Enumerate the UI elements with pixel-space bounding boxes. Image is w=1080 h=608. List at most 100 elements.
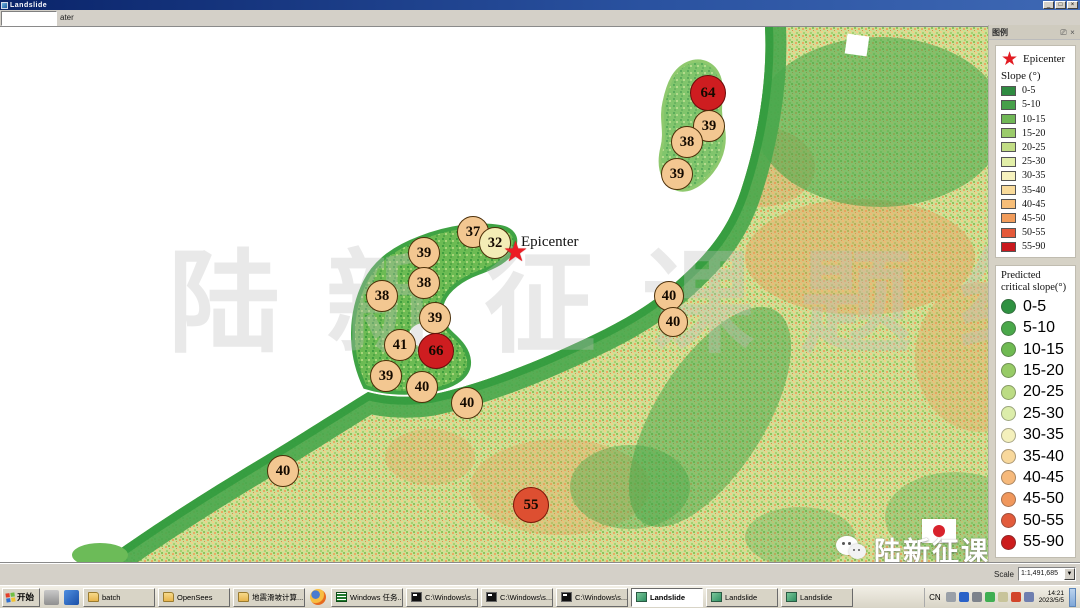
map-marker-40[interactable]: 40 — [406, 371, 438, 403]
predicted-class-label: 40-45 — [1023, 469, 1064, 487]
close-panel-icon[interactable]: × — [1068, 28, 1077, 37]
slope-class-swatch — [1001, 100, 1016, 110]
taskbar-button-opensees[interactable]: OpenSees — [158, 588, 230, 607]
taskbar-button-landslide[interactable]: Landslide — [781, 588, 853, 607]
predicted-class-label: 0-5 — [1023, 298, 1046, 316]
map-marker-41[interactable]: 41 — [384, 329, 416, 361]
slope-class-label: 30-35 — [1022, 170, 1045, 181]
landslide-icon — [786, 592, 797, 602]
taskbar-button-label: Windows 任务... — [350, 592, 403, 603]
flag-icon[interactable] — [998, 592, 1008, 602]
firefox-icon[interactable] — [310, 589, 326, 605]
map-marker-40[interactable]: 40 — [658, 307, 688, 337]
predicted-class-row: 35-40 — [1001, 448, 1072, 466]
taskbar-button-c-windows-s-[interactable]: C:\Windows\s... — [556, 588, 628, 607]
map-canvas[interactable]: 陆新征课题组 643938393732393838394166394040404… — [0, 27, 1080, 563]
slope-class-label: 50-55 — [1022, 227, 1045, 238]
maximize-icon[interactable]: □ — [1055, 1, 1066, 9]
predicted-class-swatch — [1001, 406, 1016, 421]
taskbar-button-label: C:\Windows\s... — [500, 593, 552, 602]
taskbar-button-landslide[interactable]: Landslide — [706, 588, 778, 607]
console-icon — [561, 592, 572, 602]
map-marker-38[interactable]: 38 — [408, 267, 440, 299]
shore-blob — [72, 543, 128, 563]
legend-header[interactable]: 图例 ⎚ × — [989, 25, 1080, 40]
taskbar-button-c-windows-s-[interactable]: C:\Windows\s... — [481, 588, 553, 607]
map-marker-39[interactable]: 39 — [419, 302, 451, 334]
map-marker-39[interactable]: 39 — [370, 360, 402, 392]
blue-launcher-icon[interactable] — [64, 590, 79, 605]
slope-class-swatch — [1001, 213, 1016, 223]
predicted-class-label: 30-35 — [1023, 426, 1064, 444]
predicted-class-swatch — [1001, 363, 1016, 378]
map-marker-64[interactable]: 64 — [690, 75, 726, 111]
predicted-class-label: 20-25 — [1023, 383, 1064, 401]
slope-class-row: 20-25 — [1001, 142, 1072, 153]
update-icon[interactable] — [1011, 592, 1021, 602]
predicted-class-label: 45-50 — [1023, 490, 1064, 508]
taskbar-button-landslide[interactable]: Landslide — [631, 588, 703, 607]
windows-logo-icon — [5, 592, 15, 602]
legend-epicenter-star-icon: ★ — [1001, 52, 1018, 66]
map-marker-66[interactable]: 66 — [418, 333, 454, 369]
sync-icon[interactable] — [1024, 592, 1034, 602]
start-button[interactable]: 开始 — [2, 588, 40, 607]
slope-class-swatch — [1001, 157, 1016, 167]
chevron-down-icon[interactable]: ▼ — [1064, 568, 1075, 580]
slope-class-row: 50-55 — [1001, 227, 1072, 238]
taskbar-button-label: batch — [102, 593, 120, 602]
app-icon — [1, 2, 8, 9]
predicted-legend: Predicted critical slope(°) 0-55-1010-15… — [995, 265, 1076, 558]
network-icon[interactable] — [946, 592, 956, 602]
landslide-icon — [711, 592, 722, 602]
slope-class-row: 0-5 — [1001, 85, 1072, 96]
taskbar-clock[interactable]: 14:21 2023/5/5 — [1037, 590, 1066, 605]
predicted-class-swatch — [1001, 513, 1016, 528]
taskmgr-icon — [336, 592, 347, 602]
slope-class-label: 35-40 — [1022, 185, 1045, 196]
slope-class-swatch — [1001, 171, 1016, 181]
window-titlebar[interactable]: Landslide _ □ × — [0, 0, 1080, 10]
map-marker-55[interactable]: 55 — [513, 487, 549, 523]
toolbar: ater — [0, 10, 1080, 27]
help-icon[interactable] — [959, 592, 969, 602]
taskbar-button-label: Landslide — [650, 593, 685, 602]
slope-class-row: 10-15 — [1001, 114, 1072, 125]
minimize-icon[interactable]: _ — [1043, 1, 1054, 9]
taskbar-button-windows-[interactable]: Windows 任务... — [331, 588, 403, 607]
slope-class-row: 35-40 — [1001, 185, 1072, 196]
pin-icon[interactable]: ⎚ — [1059, 28, 1068, 37]
map-marker-38[interactable]: 38 — [671, 126, 703, 158]
slope-class-label: 5-10 — [1022, 99, 1040, 110]
printer-icon[interactable] — [44, 590, 59, 605]
map-marker-40[interactable]: 40 — [267, 455, 299, 487]
layer-combo[interactable] — [1, 11, 57, 26]
green-icon[interactable] — [985, 592, 995, 602]
slope-class-swatch — [1001, 242, 1016, 252]
epicenter-label: Epicenter — [521, 234, 578, 251]
taskbar: 开始 batchOpenSees地震滑坡计算...Windows 任务...C:… — [0, 585, 1080, 608]
map-marker-39[interactable]: 39 — [408, 237, 440, 269]
legend-panel-title: 图例 — [992, 27, 1059, 38]
taskbar-button--[interactable]: 地震滑坡计算... — [233, 588, 305, 607]
close-icon[interactable]: × — [1067, 1, 1078, 9]
map-marker-40[interactable]: 40 — [451, 387, 483, 419]
predicted-class-row: 30-35 — [1001, 426, 1072, 444]
predicted-class-row: 5-10 — [1001, 319, 1072, 337]
taskbar-button-batch[interactable]: batch — [83, 588, 155, 607]
predicted-class-row: 40-45 — [1001, 469, 1072, 487]
taskbar-button-label: Landslide — [800, 593, 832, 602]
scale-combo[interactable]: 1:1,491,685 ▼ — [1018, 567, 1076, 581]
predicted-class-row: 55-90 — [1001, 533, 1072, 551]
predicted-class-swatch — [1001, 470, 1016, 485]
predicted-class-row: 50-55 — [1001, 512, 1072, 530]
map-marker-38[interactable]: 38 — [366, 280, 398, 312]
settings-icon[interactable] — [972, 592, 982, 602]
map-marker-39[interactable]: 39 — [661, 158, 693, 190]
folder-icon — [238, 592, 249, 602]
language-indicator[interactable]: CN — [927, 593, 943, 602]
predicted-legend-title: Predicted critical slope(°) — [1001, 270, 1072, 294]
slope-class-row: 40-45 — [1001, 199, 1072, 210]
show-desktop-button[interactable] — [1069, 588, 1076, 607]
taskbar-button-c-windows-s-[interactable]: C:\Windows\s... — [406, 588, 478, 607]
